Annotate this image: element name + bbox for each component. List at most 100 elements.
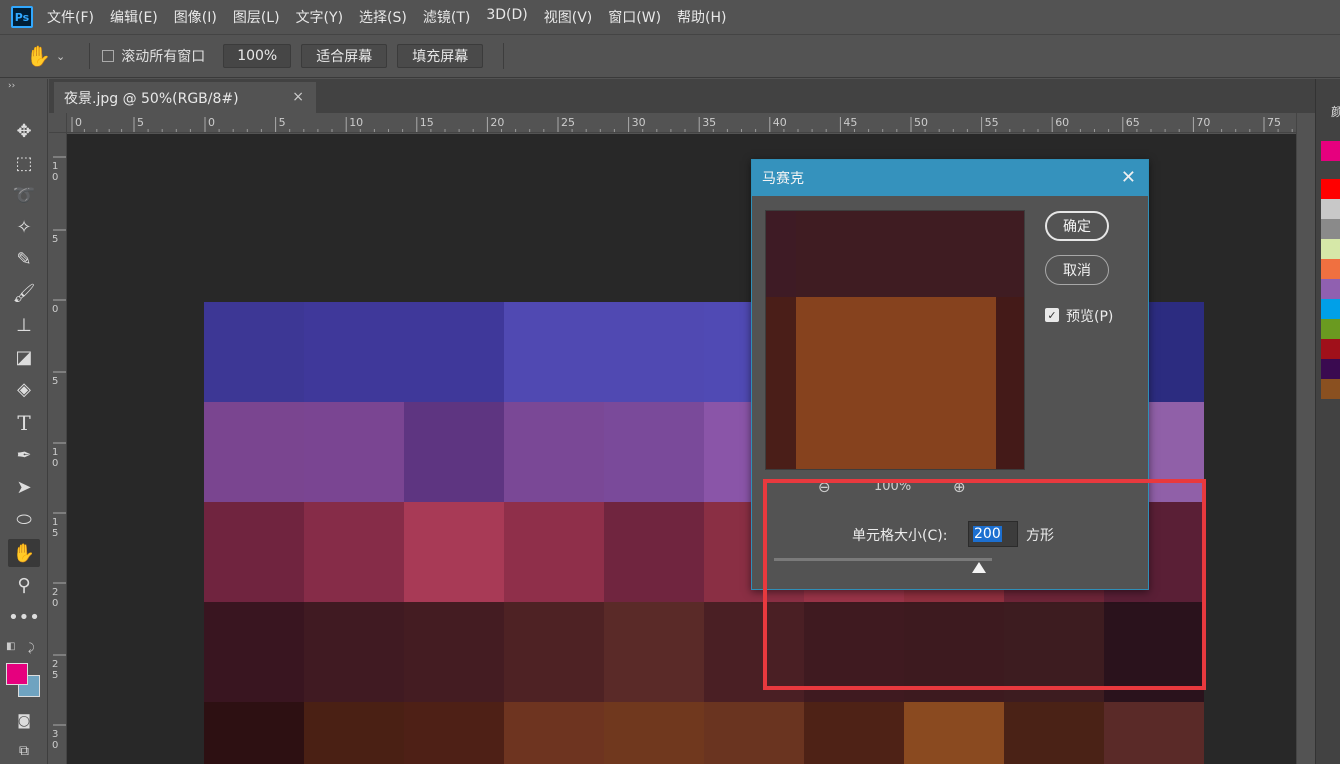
color-swatch[interactable] — [1321, 379, 1340, 399]
scroll-all-windows-label: 滚动所有窗口 — [121, 49, 206, 65]
ruler-label: 65 — [1126, 116, 1140, 129]
fill-screen-button[interactable]: 填充屏幕 — [397, 44, 484, 68]
ruler-label: 40 — [773, 116, 787, 129]
mosaic-cell — [304, 302, 404, 402]
color-swatch[interactable] — [1321, 141, 1340, 161]
close-tab-icon[interactable]: × — [292, 89, 304, 105]
menu-item-5[interactable]: 选择(S) — [359, 7, 407, 27]
menu-item-8[interactable]: 视图(V) — [544, 7, 593, 27]
preview-cell — [796, 297, 996, 469]
ruler-label: 25 — [561, 116, 575, 129]
mosaic-dialog: 马赛克 ✕ 确定 取消 ✓ 预览(P) ⊖ 100% ⊕ 单元格大小(C): 2… — [751, 159, 1149, 590]
color-swatch[interactable] — [1321, 199, 1340, 219]
hand-tool-icon[interactable]: ✋ — [26, 44, 51, 68]
menu-bar: Ps 文件(F) 编辑(E) 图像(I) 图层(L) 文字(Y) 选择(S) 滤镜(T) 3D… — [0, 0, 1340, 34]
mosaic-cell — [204, 702, 304, 764]
tool-preset-chevron-down-icon[interactable]: ⌄ — [56, 50, 65, 63]
mosaic-cell — [904, 702, 1004, 764]
brush-tool-icon[interactable]: 🖌 — [8, 279, 40, 307]
menu-item-2[interactable]: 图像(I) — [174, 7, 217, 27]
menu-item-10[interactable]: 帮助(H) — [677, 7, 726, 27]
ruler-label: 15 — [420, 116, 434, 129]
swap-colors-icon[interactable]: ⤸ — [28, 641, 35, 655]
preview-cell — [796, 211, 996, 297]
scroll-all-windows-checkbox[interactable] — [102, 50, 115, 62]
preview-checkbox[interactable]: ✓ — [1045, 308, 1059, 322]
zoom-out-icon[interactable]: ⊖ — [818, 478, 831, 496]
menu-item-6[interactable]: 滤镜(T) — [423, 7, 470, 27]
paint-bucket-tool-icon[interactable]: ◈ — [8, 375, 40, 403]
color-swatch[interactable] — [1321, 239, 1340, 259]
fit-screen-button[interactable]: 适合屏幕 — [301, 44, 388, 68]
preview-label: 预览(P) — [1066, 309, 1114, 325]
more-tools-icon[interactable]: ••• — [8, 603, 40, 631]
color-swatch[interactable] — [1321, 319, 1340, 339]
eyedropper-tool-icon[interactable]: ✎ — [8, 245, 40, 273]
ruler-label: 0 — [208, 116, 215, 129]
mosaic-cell — [1004, 602, 1104, 702]
preview-cell — [996, 297, 1024, 469]
ok-button[interactable]: 确定 — [1045, 211, 1109, 241]
mosaic-cell — [404, 502, 504, 602]
ruler-vertical[interactable]: 105051015202530 — [49, 133, 67, 764]
document-tab[interactable]: 夜景.jpg @ 50%(RGB/8#) × — [54, 82, 316, 113]
zoom-in-icon[interactable]: ⊕ — [953, 478, 966, 496]
move-tool-icon[interactable]: ✥ — [8, 117, 40, 145]
foreground-color-swatch[interactable] — [6, 663, 28, 685]
panel-collapse-icon[interactable]: ›› — [8, 81, 15, 91]
color-swatch[interactable] — [1321, 279, 1340, 299]
menu-item-9[interactable]: 窗口(W) — [608, 7, 661, 27]
ruler-label: 0 — [52, 304, 58, 315]
menu-item-7[interactable]: 3D(D) — [486, 7, 527, 27]
mosaic-cell — [904, 602, 1004, 702]
zoom-tool-icon[interactable]: ⚲ — [8, 571, 40, 599]
color-swatch[interactable] — [1321, 259, 1340, 279]
cell-size-slider-handle[interactable] — [971, 562, 986, 573]
hand-tool-active-icon[interactable]: ✋ — [8, 539, 40, 567]
color-swatch[interactable] — [1321, 219, 1340, 239]
marquee-tool-icon[interactable]: ⬚ — [8, 149, 40, 177]
magic-wand-tool-icon[interactable]: ✧ — [8, 213, 40, 241]
ellipse-tool-icon[interactable]: ⬭ — [8, 505, 40, 533]
lasso-tool-icon[interactable]: ➰ — [8, 181, 40, 209]
zoom-100-button[interactable]: 100% — [223, 44, 292, 68]
color-swatch[interactable] — [1321, 339, 1340, 359]
menu-item-0[interactable]: 文件(F) — [47, 7, 94, 27]
preview-cell — [766, 297, 796, 469]
color-swatch[interactable] — [1321, 299, 1340, 319]
screen-mode-icon[interactable]: ⧉ — [8, 737, 40, 764]
path-selection-tool-icon[interactable]: ➤ — [8, 473, 40, 501]
ruler-label: 55 — [985, 116, 999, 129]
menu-item-3[interactable]: 图层(L) — [233, 7, 280, 27]
mosaic-cell — [204, 502, 304, 602]
cell-unit-label: 方形 — [1026, 528, 1054, 544]
cancel-button[interactable]: 取消 — [1045, 255, 1109, 285]
options-bar: ✋ ⌄ 滚动所有窗口 100% 适合屏幕 填充屏幕 — [0, 34, 1340, 78]
close-icon[interactable]: ✕ — [1121, 167, 1136, 188]
quick-mask-icon[interactable]: ◙ — [8, 707, 40, 735]
default-colors-icon[interactable]: ◧ — [6, 641, 15, 652]
pen-tool-icon[interactable]: ✒ — [8, 441, 40, 469]
cell-size-slider-track[interactable] — [774, 558, 992, 561]
vertical-scrollbar[interactable] — [1296, 113, 1315, 764]
ruler-label: 30 — [632, 116, 646, 129]
ruler-horizontal[interactable]: 0 5 0 5 10 15 20 25 30 35 40 45 50 55 60 65 70 75 — [67, 113, 1296, 133]
ruler-label: 10 — [349, 116, 363, 129]
color-swatch[interactable] — [1321, 359, 1340, 379]
preview-cell — [996, 211, 1024, 297]
menu-item-1[interactable]: 编辑(E) — [110, 7, 158, 27]
text-tool-icon[interactable]: T — [8, 409, 40, 437]
preview-cell — [766, 211, 796, 297]
cell-size-input[interactable]: 200 — [968, 521, 1018, 547]
color-swatch[interactable] — [1321, 179, 1340, 199]
ruler-label: 70 — [1196, 116, 1210, 129]
dialog-titlebar[interactable]: 马赛克 ✕ — [752, 160, 1148, 196]
filter-preview[interactable] — [765, 210, 1025, 470]
eraser-tool-icon[interactable]: ◪ — [8, 343, 40, 371]
mosaic-cell — [804, 602, 904, 702]
menu-item-4[interactable]: 文字(Y) — [296, 7, 343, 27]
mosaic-cell — [1004, 702, 1104, 764]
mosaic-cell — [404, 702, 504, 764]
cell-size-label: 单元格大小(C): — [852, 528, 948, 544]
stamp-tool-icon[interactable]: ⊥ — [8, 311, 40, 339]
